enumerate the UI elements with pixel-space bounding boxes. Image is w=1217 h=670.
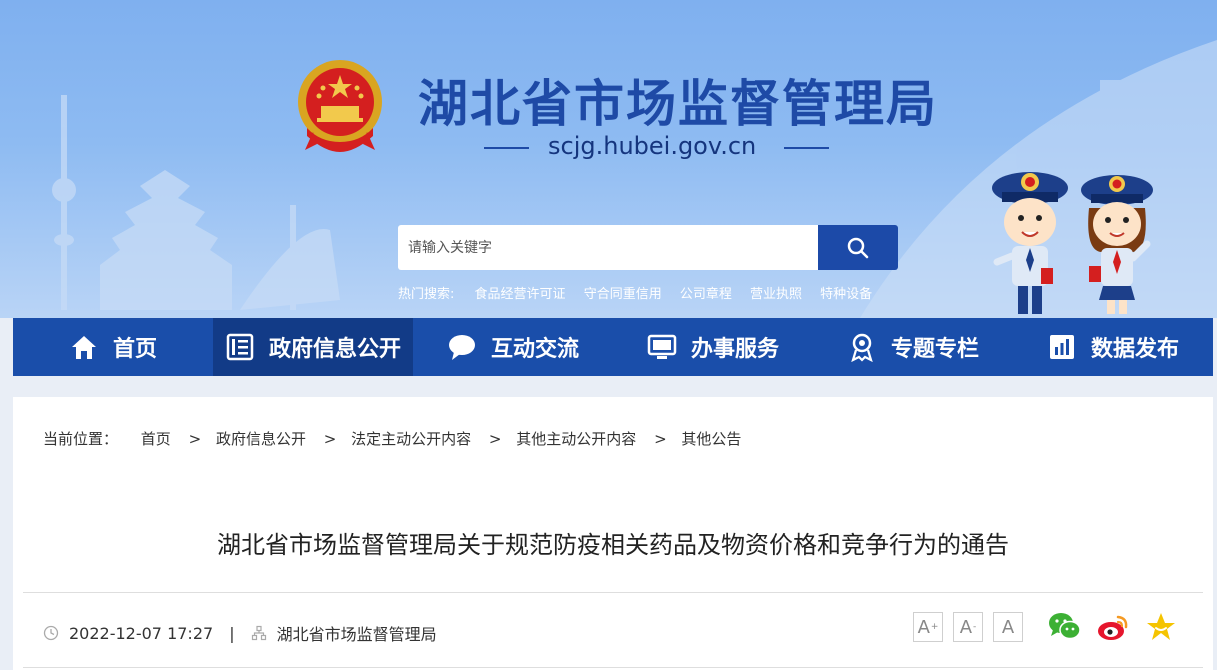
font-size-increase-button[interactable]: A + [913, 612, 943, 642]
document-list-icon [225, 332, 255, 362]
font-button-label: A [917, 616, 930, 638]
breadcrumb-separator: > [654, 430, 667, 448]
hot-search-term[interactable]: 特种设备 [820, 287, 872, 302]
hot-search-term[interactable]: 守合同重信用 [584, 287, 662, 302]
nav-item-label: 专题专栏 [890, 337, 979, 362]
nav-item-interaction[interactable]: 互动交流 [413, 318, 613, 376]
breadcrumb-link[interactable]: 首页 [141, 430, 171, 448]
publish-date: 2022-12-07 17:27 [69, 623, 214, 643]
wechat-icon [1049, 613, 1081, 640]
hot-search-term[interactable]: 营业执照 [750, 287, 802, 302]
url-decor-line-left [484, 147, 529, 149]
breadcrumb-link[interactable]: 政府信息公开 [216, 430, 306, 448]
nav-item-label: 互动交流 [490, 337, 579, 362]
breadcrumb-link[interactable]: 其他主动公开内容 [516, 430, 636, 448]
favorite-star-icon [1147, 613, 1175, 640]
font-button-label: A [1001, 616, 1015, 638]
badge-icon [847, 332, 877, 362]
add-favorite-button[interactable] [1145, 611, 1177, 647]
bar-chart-icon [1047, 332, 1077, 362]
nav-item-government-info[interactable]: 政府信息公开 [213, 318, 413, 376]
breadcrumb-link[interactable]: 其他公告 [681, 430, 741, 448]
home-icon [69, 332, 99, 362]
font-button-label: A [959, 616, 973, 638]
divider [23, 667, 1203, 668]
nav-item-label: 数据发布 [1090, 337, 1179, 362]
article-source: 湖北省市场监督管理局 [276, 625, 437, 644]
site-banner: 湖北省市场监督管理局 scjg.hubei.gov.cn 热门搜索: 食品经营许… [0, 0, 1217, 318]
nav-item-special-topics[interactable]: 专题专栏 [813, 318, 1013, 376]
hot-search-bar: 热门搜索: 食品经营许可证 守合同重信用 公司章程 营业执照 特种设备 [398, 283, 886, 302]
breadcrumb-separator: > [488, 430, 502, 448]
weibo-icon [1098, 615, 1128, 640]
main-nav: 首页 政府信息公开 互动交流 办事服务 专题专栏 数据发布 [13, 318, 1213, 376]
national-emblem-logo [298, 60, 382, 152]
nav-item-services[interactable]: 办事服务 [613, 318, 813, 376]
meta-separator: | [229, 623, 235, 643]
nav-item-data-release[interactable]: 数据发布 [1013, 318, 1213, 376]
search-button[interactable] [818, 225, 898, 270]
site-title: 湖北省市场监督管理局 [418, 75, 938, 133]
breadcrumb-separator: > [188, 430, 202, 448]
breadcrumb-separator: > [323, 430, 337, 448]
breadcrumb-link[interactable]: 法定主动公开内容 [351, 430, 471, 448]
font-size-reset-button[interactable]: A [993, 612, 1023, 642]
organization-icon [251, 625, 267, 641]
search-input[interactable] [398, 225, 818, 270]
nav-item-label: 政府信息公开 [268, 337, 401, 362]
font-size-decrease-button[interactable]: A- [953, 612, 983, 642]
mascot-officers-illustration [992, 172, 1153, 314]
site-url: scjg.hubei.gov.cn [548, 132, 757, 160]
breadcrumb: 当前位置： 首页 > 政府信息公开 > 法定主动公开内容 > 其他主动公开内容 … [43, 428, 741, 449]
divider [23, 592, 1203, 593]
search-icon [847, 237, 869, 258]
nav-item-home[interactable]: 首页 [13, 318, 213, 376]
nav-item-label: 首页 [112, 337, 157, 362]
share-weibo-button[interactable] [1096, 611, 1130, 647]
hot-search-term[interactable]: 食品经营许可证 [475, 287, 566, 302]
nav-item-label: 办事服务 [690, 337, 779, 362]
chat-bubble-icon [447, 332, 477, 362]
url-decor-line-right [784, 147, 829, 149]
article-panel: 当前位置： 首页 > 政府信息公开 > 法定主动公开内容 > 其他主动公开内容 … [13, 397, 1213, 670]
share-wechat-button[interactable] [1048, 611, 1082, 647]
breadcrumb-label: 当前位置： [43, 430, 119, 448]
hot-search-term[interactable]: 公司章程 [680, 287, 732, 302]
monitor-icon [647, 332, 677, 362]
clock-icon [43, 625, 59, 641]
article-title: 湖北省市场监督管理局关于规范防疫相关药品及物资价格和竞争行为的通告 [217, 531, 1009, 559]
article-meta: 2022-12-07 17:27 | 湖北省市场监督管理局 [43, 621, 437, 645]
hot-search-label: 热门搜索: [398, 287, 455, 302]
